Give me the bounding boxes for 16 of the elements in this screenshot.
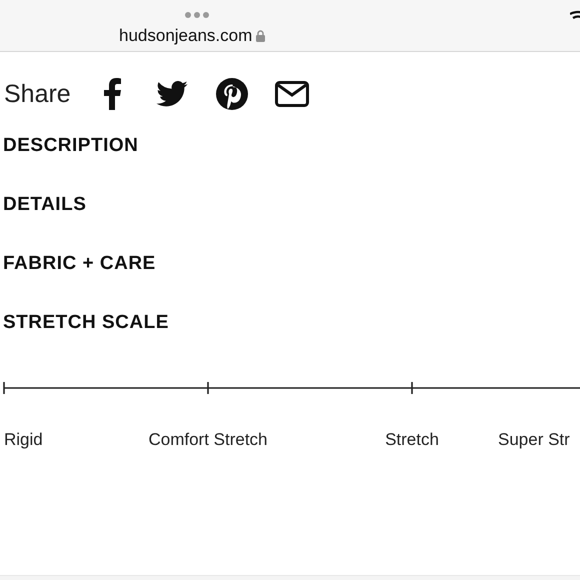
facebook-icon[interactable] bbox=[102, 78, 121, 110]
more-icon[interactable] bbox=[185, 12, 209, 18]
url-text[interactable]: hudsonjeans.com bbox=[119, 26, 252, 46]
scale-label: Super Str bbox=[498, 429, 570, 451]
scale-label: Stretch bbox=[385, 429, 439, 451]
scale-label: Comfort Stretch bbox=[148, 429, 268, 451]
section-heading[interactable]: FABRIC + CARE bbox=[3, 252, 156, 276]
share-label: Share bbox=[4, 79, 71, 110]
section-heading[interactable]: DETAILS bbox=[3, 193, 86, 217]
section-heading[interactable]: STRETCH SCALE bbox=[3, 311, 169, 335]
section-heading[interactable]: DESCRIPTION bbox=[3, 134, 138, 158]
lock-icon bbox=[256, 30, 266, 42]
mail-icon[interactable] bbox=[274, 81, 309, 107]
twitter-icon[interactable] bbox=[156, 81, 188, 107]
pinterest-icon[interactable] bbox=[216, 78, 248, 110]
scale-label: Rigid bbox=[4, 429, 43, 451]
